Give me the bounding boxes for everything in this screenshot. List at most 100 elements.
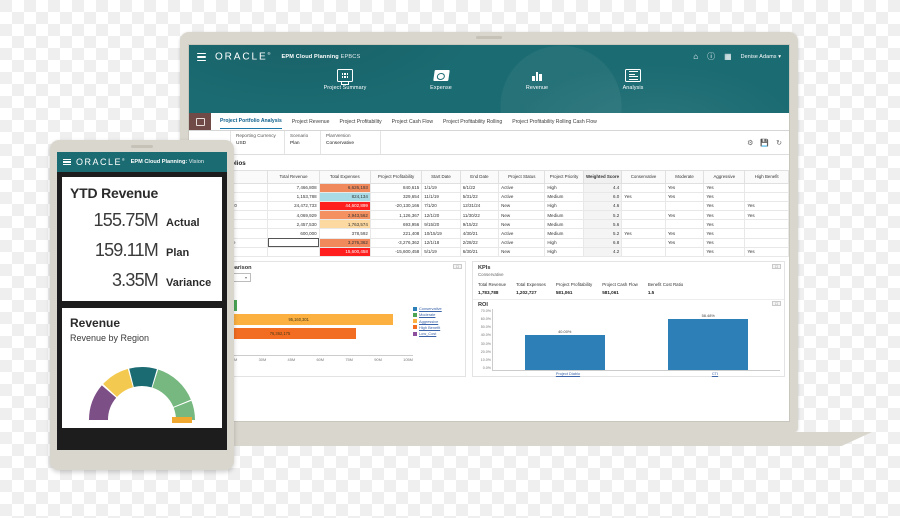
- cell-start-date[interactable]: 5/1/19: [421, 246, 461, 258]
- cell-conservative[interactable]: [621, 246, 666, 258]
- cell-end-date[interactable]: 2/28/22: [459, 237, 500, 248]
- col-conservative[interactable]: Conservative: [621, 170, 666, 184]
- table-row[interactable]: ...o Engineering 202024,472,73344,602,89…: [192, 200, 789, 212]
- cell-end-date[interactable]: 6/1/22: [459, 182, 500, 193]
- cell-moderate[interactable]: [664, 246, 705, 258]
- home-icon[interactable]: ⌂: [693, 53, 698, 61]
- cell-high-benefit[interactable]: [744, 228, 789, 239]
- cell-project-profitability[interactable]: -3,276,362: [369, 237, 423, 248]
- cell-total-revenue[interactable]: 1,153,788: [267, 191, 320, 202]
- cell-total-revenue[interactable]: 24,472,733: [267, 200, 320, 212]
- table-row[interactable]: 7,466,808 6,626,193 840,615 1/1/19 6/1/22 Act…: [192, 182, 789, 193]
- cell-aggressive[interactable]: Yes: [703, 246, 746, 258]
- cell-total-expenses[interactable]: 378,592: [318, 228, 371, 239]
- tab-project-revenue[interactable]: Project Revenue: [292, 115, 330, 129]
- cell-start-date[interactable]: 9/15/20: [421, 219, 461, 230]
- col-start-date[interactable]: Start Date: [421, 170, 461, 184]
- cell-project-profitability[interactable]: 329,654: [369, 191, 423, 202]
- cell-total-expenses[interactable]: 2,943,562: [318, 210, 371, 221]
- cell-project-status[interactable]: New: [498, 219, 546, 230]
- cell-end-date[interactable]: 4/30/21: [459, 228, 500, 239]
- cell-project-profitability[interactable]: 221,408: [369, 228, 423, 239]
- cell-project-status[interactable]: Active: [498, 237, 546, 248]
- nav-card-expense[interactable]: Expense: [412, 69, 470, 91]
- cell-moderate[interactable]: Yes: [664, 228, 705, 239]
- cell-high-benefit[interactable]: Yes: [744, 246, 789, 258]
- cell-conservative[interactable]: Yes: [621, 228, 666, 239]
- cell-conservative[interactable]: Yes: [621, 191, 666, 202]
- col-total-expenses[interactable]: Total Expenses: [318, 170, 371, 184]
- cell-end-date[interactable]: 6/30/21: [459, 246, 500, 258]
- tab-home-button[interactable]: [189, 113, 211, 130]
- tab-project-portfolio-analysis[interactable]: Project Portfolio Analysis: [220, 114, 282, 129]
- cell-weighted-score[interactable]: 5.2: [582, 210, 623, 221]
- table-row[interactable]: ...n Diablo1,153,788824,134329,65411/1/1…: [192, 191, 789, 202]
- cell-start-date[interactable]: 1/1/19: [421, 182, 461, 193]
- cell-end-date[interactable]: 9/15/22: [459, 219, 500, 230]
- col-high-benefit[interactable]: High Benefit: [744, 170, 789, 184]
- cell-conservative[interactable]: [621, 210, 666, 221]
- cell-total-revenue[interactable]: 600,000: [267, 228, 320, 239]
- cell-project-priority[interactable]: Medium: [544, 191, 584, 202]
- gear-icon[interactable]: ⚙: [747, 139, 753, 147]
- cell-aggressive[interactable]: Yes: [703, 191, 746, 202]
- cell-project-profitability[interactable]: 1,126,367: [369, 210, 423, 221]
- legend-item[interactable]: Moderate: [413, 312, 463, 317]
- hamburger-icon[interactable]: [197, 52, 206, 62]
- cell-weighted-score[interactable]: 4.6: [582, 200, 623, 212]
- cell-moderate[interactable]: [664, 219, 705, 230]
- cell-total-revenue[interactable]: 7,466,808: [267, 182, 320, 193]
- pov-reporting-currency[interactable]: Reporting Currency USD: [231, 131, 285, 154]
- cell-aggressive[interactable]: Yes: [703, 228, 746, 239]
- pov-plan-version[interactable]: PlanVersion Conservative: [321, 131, 381, 154]
- cell-project-status[interactable]: New: [498, 246, 546, 258]
- cell-end-date[interactable]: 5/31/22: [459, 191, 500, 202]
- cell-total-revenue[interactable]: [267, 237, 320, 248]
- roi-bar[interactable]: [668, 318, 749, 370]
- table-row[interactable]: 15,600,458 -15,600,458 5/1/19 6/30/21 New Hig…: [192, 246, 789, 258]
- apps-grid-icon[interactable]: ▦: [724, 53, 732, 61]
- cell-weighted-score[interactable]: 4.2: [582, 246, 623, 258]
- expand-icon[interactable]: □: [772, 264, 781, 269]
- cell-total-revenue[interactable]: 4,069,929: [267, 210, 320, 221]
- cell-project-priority[interactable]: High: [544, 200, 584, 212]
- legend-item[interactable]: Aggressive: [413, 319, 463, 324]
- cell-high-benefit[interactable]: Yes: [744, 210, 789, 221]
- cell-conservative[interactable]: [621, 237, 666, 248]
- cell-start-date[interactable]: 11/1/19: [421, 191, 461, 202]
- roi-bar-column[interactable]: 40.00%: [524, 309, 605, 370]
- table-row[interactable]: ...roject2,457,5301,763,574693,9569/15/2…: [192, 219, 789, 230]
- portfolio-table[interactable]: Total Revenue Total Expenses Project Pro…: [192, 170, 789, 258]
- roi-bar-column[interactable]: 58.48%: [668, 309, 749, 370]
- cell-weighted-score[interactable]: 6.0: [582, 191, 623, 202]
- cell-project-status[interactable]: Active: [498, 182, 546, 193]
- cell-high-benefit[interactable]: [744, 182, 789, 193]
- cell-total-expenses[interactable]: 44,602,899: [318, 200, 371, 212]
- cell-project-status[interactable]: New: [498, 210, 546, 221]
- expand-icon[interactable]: □: [772, 300, 781, 306]
- cell-conservative[interactable]: [621, 200, 666, 212]
- cell-project-priority[interactable]: Medium: [544, 228, 584, 239]
- cell-total-expenses[interactable]: 3,276,362: [318, 237, 371, 248]
- cell-aggressive[interactable]: Yes: [703, 237, 746, 248]
- cell-total-expenses[interactable]: 15,600,458: [318, 246, 371, 258]
- cell-high-benefit[interactable]: [744, 237, 789, 248]
- cell-total-expenses[interactable]: 1,763,574: [318, 219, 371, 230]
- col-moderate[interactable]: Moderate: [664, 170, 705, 184]
- cell-project-priority[interactable]: High: [544, 182, 584, 193]
- col-end-date[interactable]: End Date: [459, 170, 500, 184]
- cell-total-expenses[interactable]: 6,626,193: [318, 182, 371, 193]
- nav-card-analysis[interactable]: Analysis: [604, 69, 662, 91]
- cell-aggressive[interactable]: Yes: [703, 200, 746, 212]
- tab-project-profitability-rolling[interactable]: Project Profitability Rolling: [443, 115, 502, 129]
- cell-project-status[interactable]: Active: [498, 191, 546, 202]
- col-project-status[interactable]: Project Status: [498, 170, 546, 184]
- cell-project-priority[interactable]: Medium: [544, 219, 584, 230]
- table-row[interactable]: 600,000 378,592 221,408 10/15/19 4/30/21 Acti…: [192, 228, 789, 239]
- cell-project-priority[interactable]: High: [544, 246, 584, 258]
- roi-category-label[interactable]: Project Diablo: [556, 371, 580, 376]
- cell-aggressive[interactable]: Yes: [703, 219, 746, 230]
- cell-high-benefit[interactable]: [744, 191, 789, 202]
- table-row[interactable]: ...ris-Engineering4,069,9292,943,5621,12…: [192, 210, 789, 221]
- cell-weighted-score[interactable]: 5.2: [582, 228, 623, 239]
